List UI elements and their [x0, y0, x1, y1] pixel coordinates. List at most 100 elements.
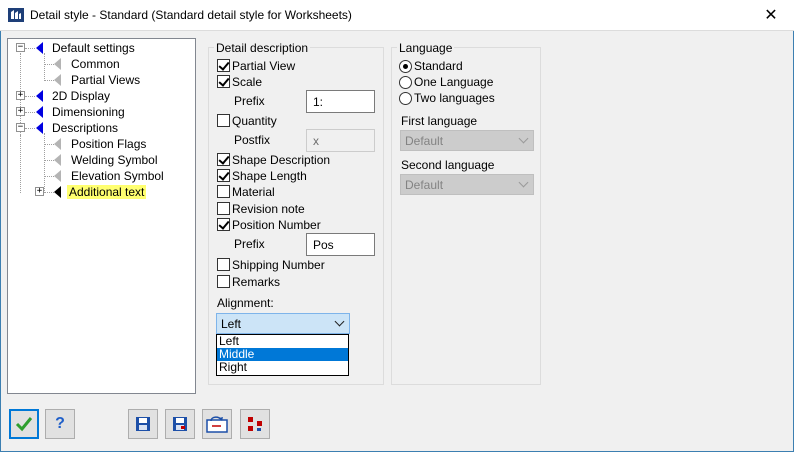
gray-flag-icon	[54, 170, 61, 182]
tree-item-default-settings[interactable]: Default settings	[50, 41, 137, 55]
language-standard-label: Standard	[414, 59, 463, 73]
chevron-down-icon	[518, 133, 529, 144]
tree-connector	[44, 192, 54, 193]
language-two-row[interactable]: Two languages	[399, 90, 495, 106]
tree-connector	[25, 96, 35, 97]
position-number-checkbox[interactable]	[217, 218, 230, 231]
remarks-label: Remarks	[232, 274, 281, 289]
material-label: Material	[232, 184, 275, 199]
shape-length-checkbox[interactable]	[217, 169, 230, 182]
material-checkbox-row[interactable]: Material	[217, 184, 275, 199]
second-language-select[interactable]: Default	[400, 174, 534, 195]
chevron-down-icon	[334, 316, 345, 327]
blue-flag-icon	[36, 90, 43, 102]
tree-item-elevation-symbol[interactable]: Elevation Symbol	[69, 169, 166, 183]
tree-item-descriptions[interactable]: Descriptions	[50, 121, 120, 135]
position-prefix-input[interactable]: Pos	[306, 233, 375, 256]
position-prefix-label: Prefix	[234, 237, 265, 251]
partial-view-checkbox-row[interactable]: Partial View	[217, 58, 295, 73]
load-icon	[206, 416, 228, 433]
language-one-row[interactable]: One Language	[399, 74, 493, 90]
blue-flag-icon	[36, 42, 43, 54]
help-button[interactable]: ?	[45, 409, 75, 439]
tree-item-additional-text[interactable]: Additional text	[67, 185, 147, 199]
gray-flag-icon	[54, 154, 61, 166]
alignment-option-right[interactable]: Right	[217, 361, 348, 374]
tree-connector	[25, 128, 35, 129]
partial-view-checkbox[interactable]	[217, 59, 230, 72]
language-standard-radio[interactable]	[399, 59, 412, 73]
save-as-icon	[173, 417, 187, 431]
tree-connector	[44, 144, 54, 145]
scale-checkbox[interactable]	[217, 75, 230, 88]
shape-description-checkbox-row[interactable]: Shape Description	[217, 152, 330, 167]
settings-tree[interactable]: − Default settings Common Partial Views …	[7, 38, 196, 394]
remarks-checkbox-row[interactable]: Remarks	[217, 274, 280, 289]
language-title: Language	[397, 41, 455, 55]
shipping-number-checkbox-row[interactable]: Shipping Number	[217, 257, 325, 272]
language-standard-row[interactable]: Standard	[399, 58, 463, 74]
quantity-checkbox[interactable]	[217, 114, 230, 127]
gray-flag-icon	[54, 58, 61, 70]
close-button[interactable]: ✕	[748, 0, 794, 30]
second-language-label: Second language	[401, 158, 495, 172]
tree-connector	[44, 53, 45, 79]
organize-button[interactable]	[240, 409, 270, 439]
alignment-select[interactable]: Left	[216, 313, 350, 334]
revision-note-checkbox-row[interactable]: Revision note	[217, 201, 305, 216]
language-one-radio[interactable]	[399, 75, 412, 89]
shipping-number-label: Shipping Number	[232, 257, 325, 272]
position-number-label: Position Number	[232, 217, 321, 232]
title-bar: Detail style - Standard (Standard detail…	[0, 0, 794, 31]
remarks-checkbox[interactable]	[217, 275, 230, 288]
scale-prefix-input[interactable]: 1:	[306, 90, 375, 113]
tree-connector	[44, 80, 54, 81]
save-icon	[136, 417, 150, 431]
save-as-button[interactable]	[165, 409, 195, 439]
quantity-postfix-label: Postfix	[234, 133, 271, 147]
app-icon	[8, 8, 24, 22]
alignment-dropdown-list[interactable]: Left Middle Right	[216, 334, 349, 376]
shipping-number-checkbox[interactable]	[217, 258, 230, 271]
scale-prefix-label: Prefix	[234, 94, 265, 108]
language-two-radio[interactable]	[399, 91, 412, 105]
save-button[interactable]	[128, 409, 158, 439]
scale-checkbox-row[interactable]: Scale	[217, 74, 262, 89]
ok-button[interactable]	[9, 409, 39, 439]
load-button[interactable]	[202, 409, 232, 439]
tree-item-2d-display[interactable]: 2D Display	[50, 89, 112, 103]
quantity-checkbox-row[interactable]: Quantity	[217, 113, 277, 128]
tree-connector	[20, 135, 21, 193]
shape-length-label: Shape Length	[232, 168, 307, 183]
revision-note-checkbox[interactable]	[217, 202, 230, 215]
tree-connector	[25, 48, 35, 49]
expand-toggle[interactable]: +	[16, 107, 25, 116]
expand-toggle[interactable]: +	[16, 91, 25, 100]
first-language-value: Default	[405, 134, 444, 148]
first-language-select[interactable]: Default	[400, 130, 534, 151]
shape-description-checkbox[interactable]	[217, 153, 230, 166]
blue-flag-icon	[36, 106, 43, 118]
tree-connector	[25, 112, 35, 113]
scale-label: Scale	[232, 74, 263, 89]
language-one-label: One Language	[414, 75, 494, 89]
blue-flag-icon	[36, 122, 43, 134]
collapse-toggle[interactable]: −	[16, 123, 25, 132]
material-checkbox[interactable]	[217, 185, 230, 198]
expand-toggle[interactable]: +	[35, 187, 44, 196]
tree-connector	[44, 133, 45, 191]
tree-item-dimensioning[interactable]: Dimensioning	[50, 105, 127, 119]
tree-item-welding-symbol[interactable]: Welding Symbol	[69, 153, 159, 167]
shape-length-checkbox-row[interactable]: Shape Length	[217, 168, 307, 183]
quantity-postfix-input[interactable]: x	[306, 129, 375, 152]
collapse-toggle[interactable]: −	[16, 43, 25, 52]
help-icon: ?	[55, 415, 65, 432]
language-two-label: Two languages	[414, 91, 495, 105]
second-language-value: Default	[405, 178, 444, 192]
alignment-label: Alignment:	[217, 296, 274, 310]
position-number-checkbox-row[interactable]: Position Number	[217, 217, 321, 232]
tree-item-partial-views[interactable]: Partial Views	[69, 73, 142, 87]
tree-item-position-flags[interactable]: Position Flags	[69, 137, 148, 151]
tree-item-common[interactable]: Common	[69, 57, 122, 71]
window-title: Detail style - Standard (Standard detail…	[30, 8, 352, 22]
